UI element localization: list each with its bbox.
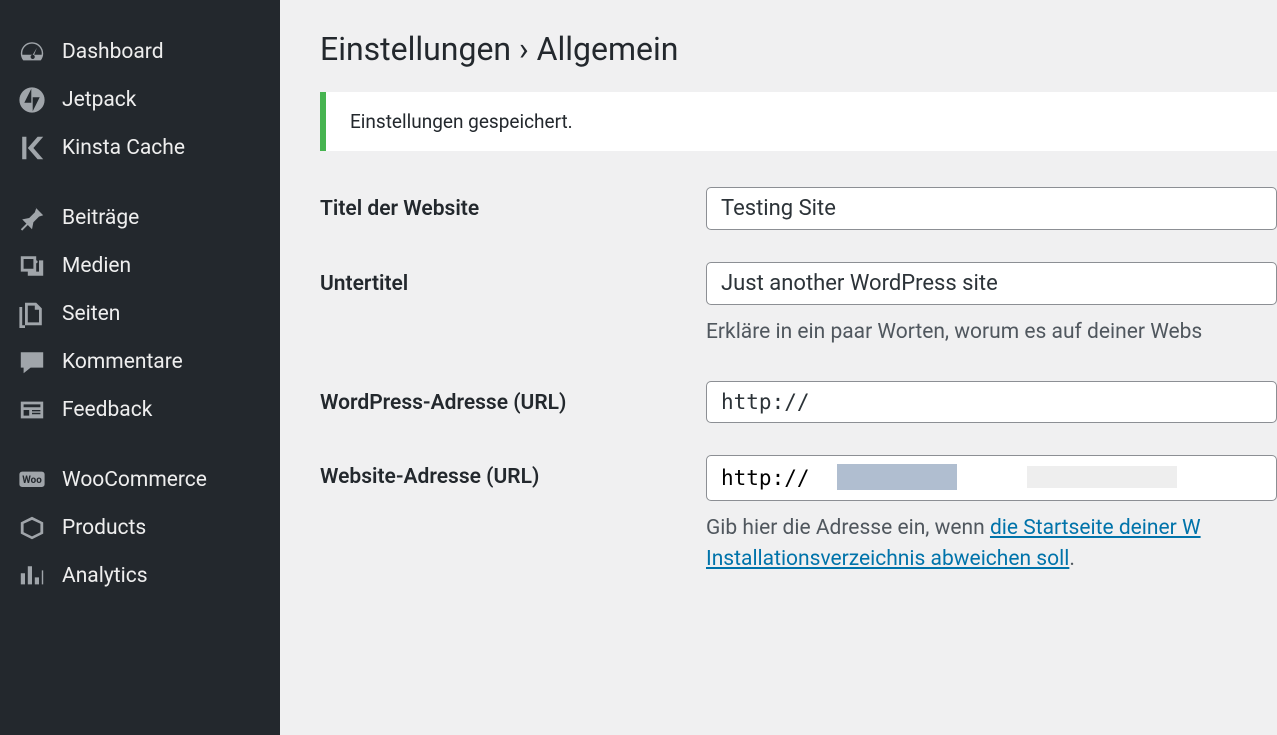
sidebar-item-analytics[interactable]: Analytics	[0, 552, 280, 600]
form-row-tagline: Untertitel Erkläre in ein paar Worten, w…	[320, 262, 1277, 349]
tagline-description: Erkläre in ein paar Worten, worum es auf…	[706, 317, 1277, 349]
comments-icon	[18, 348, 46, 376]
sidebar-item-jetpack[interactable]: Jetpack	[0, 76, 280, 124]
desc-suffix: .	[1069, 547, 1075, 571]
admin-sidebar: Dashboard Jetpack Kinsta Cache Beiträge …	[0, 0, 280, 735]
sidebar-item-products[interactable]: Products	[0, 504, 280, 552]
desc-prefix: Gib hier die Adresse ein, wenn	[706, 516, 990, 540]
sidebar-item-label: Beiträge	[62, 206, 139, 230]
sidebar-item-label: WooCommerce	[62, 468, 207, 492]
sidebar-item-label: Dashboard	[62, 40, 164, 64]
sidebar-item-dashboard[interactable]: Dashboard	[0, 28, 280, 76]
sidebar-item-label: Kinsta Cache	[62, 136, 185, 160]
redacted-segment	[1027, 466, 1177, 488]
pin-icon	[18, 204, 46, 232]
site-url-help-link[interactable]: die Startseite deiner W	[990, 516, 1201, 540]
site-url-help-link2[interactable]: Installationsverzeichnis abweichen soll	[706, 547, 1069, 571]
sidebar-separator	[0, 434, 280, 456]
analytics-icon	[18, 562, 46, 590]
sidebar-item-posts[interactable]: Beiträge	[0, 194, 280, 242]
sidebar-separator	[0, 172, 280, 194]
sidebar-item-comments[interactable]: Kommentare	[0, 338, 280, 386]
wp-url-input[interactable]	[706, 381, 1277, 423]
sidebar-item-label: Feedback	[62, 398, 152, 422]
site-url-label: Website-Adresse (URL)	[320, 455, 706, 576]
svg-text:Woo: Woo	[22, 475, 42, 486]
kinsta-icon	[18, 134, 46, 162]
form-row-wp-url: WordPress-Adresse (URL)	[320, 381, 1277, 423]
sidebar-item-label: Medien	[62, 254, 131, 278]
site-url-input[interactable]: http://	[706, 455, 1277, 501]
page-title: Einstellungen › Allgemein	[320, 30, 1277, 68]
sidebar-item-woocommerce[interactable]: Woo WooCommerce	[0, 456, 280, 504]
form-row-site-url: Website-Adresse (URL) http:// Gib hier d…	[320, 455, 1277, 576]
redacted-segment	[837, 464, 957, 490]
sidebar-item-kinsta[interactable]: Kinsta Cache	[0, 124, 280, 172]
settings-saved-notice: Einstellungen gespeichert.	[320, 92, 1277, 151]
tagline-label: Untertitel	[320, 262, 706, 349]
sidebar-item-pages[interactable]: Seiten	[0, 290, 280, 338]
sidebar-item-label: Analytics	[62, 564, 148, 588]
sidebar-item-media[interactable]: Medien	[0, 242, 280, 290]
products-icon	[18, 514, 46, 542]
sidebar-item-label: Jetpack	[62, 88, 136, 112]
jetpack-icon	[18, 86, 46, 114]
site-url-description: Gib hier die Adresse ein, wenn die Start…	[706, 513, 1277, 576]
feedback-icon	[18, 396, 46, 424]
sidebar-item-label: Products	[62, 516, 146, 540]
wp-url-label: WordPress-Adresse (URL)	[320, 381, 706, 423]
pages-icon	[18, 300, 46, 328]
dashboard-icon	[18, 38, 46, 66]
form-row-site-title: Titel der Website	[320, 187, 1277, 230]
notice-text: Einstellungen gespeichert.	[350, 110, 573, 133]
media-icon	[18, 252, 46, 280]
site-title-label: Titel der Website	[320, 187, 706, 230]
sidebar-item-label: Seiten	[62, 302, 120, 326]
site-url-value: http://	[721, 466, 810, 490]
sidebar-item-feedback[interactable]: Feedback	[0, 386, 280, 434]
site-title-input[interactable]	[706, 187, 1277, 230]
tagline-input[interactable]	[706, 262, 1277, 305]
sidebar-item-label: Kommentare	[62, 350, 183, 374]
woo-icon: Woo	[18, 466, 46, 494]
main-content: Einstellungen › Allgemein Einstellungen …	[280, 0, 1277, 735]
